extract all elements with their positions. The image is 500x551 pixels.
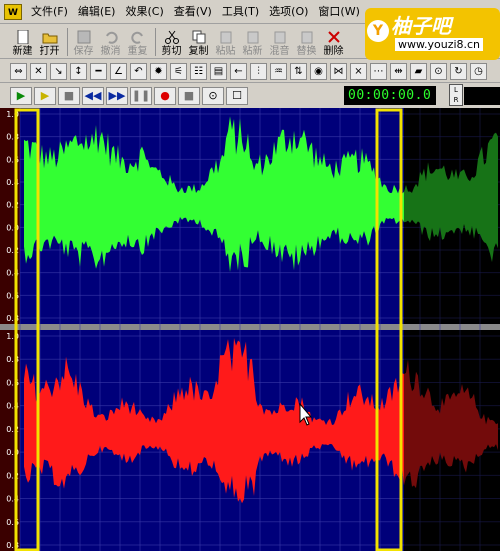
- mix-paste-button[interactable]: 混音: [267, 25, 292, 58]
- channel-indicator: L R: [449, 84, 463, 106]
- record-button[interactable]: ●: [154, 87, 176, 105]
- copy-label: 复制: [188, 46, 209, 57]
- timer-icon[interactable]: ◷: [470, 62, 487, 80]
- paste-label: 粘贴: [215, 46, 236, 57]
- menu-tools[interactable]: 工具(T): [217, 0, 264, 24]
- echo-icon[interactable]: ✹: [150, 62, 167, 80]
- replace-button[interactable]: 替换: [294, 25, 319, 58]
- undo-icon: [105, 31, 118, 44]
- mix-label: 混音: [269, 46, 290, 57]
- play-button[interactable]: ▶: [10, 87, 32, 105]
- menu-window[interactable]: 窗口(W): [313, 0, 364, 24]
- unselected-overlay: [404, 108, 500, 324]
- redo-icon: [130, 31, 143, 44]
- spectrum-icon[interactable]: ▰: [410, 62, 427, 80]
- view-icon[interactable]: ◉: [310, 62, 327, 80]
- fade-out-icon[interactable]: ⫶: [250, 62, 267, 80]
- rewind-button[interactable]: ◀◀: [82, 87, 104, 105]
- menu-options[interactable]: 选项(O): [264, 0, 313, 24]
- menu-effects[interactable]: 效果(C): [120, 0, 168, 24]
- waveform-canvas[interactable]: 1.00.80.60.40.20.00.20.40.60.81.00.80.60…: [0, 108, 500, 551]
- toolbar-separator: [67, 28, 68, 56]
- loop-play-button[interactable]: ⊙: [202, 87, 224, 105]
- reverse-icon[interactable]: ↶: [130, 62, 147, 80]
- save-button[interactable]: 保存: [71, 25, 96, 58]
- paste-icon: [220, 31, 231, 44]
- open-button[interactable]: 打开: [37, 25, 62, 58]
- watermark-title: 柚子吧: [391, 14, 451, 38]
- copy-icon: [192, 30, 205, 44]
- stop-button[interactable]: ■: [58, 87, 80, 105]
- undo-button[interactable]: 撤消: [98, 25, 123, 58]
- compress-icon[interactable]: ⇹: [390, 62, 407, 80]
- paste-button[interactable]: 粘贴: [213, 25, 238, 58]
- open-label: 打开: [39, 46, 60, 57]
- fast-forward-button[interactable]: ▶▶: [106, 87, 128, 105]
- delete-icon: [327, 31, 340, 43]
- marker-icon[interactable]: ↘: [50, 62, 67, 80]
- mute-icon[interactable]: ⨯: [350, 62, 367, 80]
- watermark-circle-icon: Y: [367, 20, 389, 42]
- cut-button[interactable]: 剪切: [159, 25, 184, 58]
- paste-new-button[interactable]: 粘新: [240, 25, 265, 58]
- app-icon[interactable]: W: [4, 3, 22, 20]
- filter-icon[interactable]: ⋯: [370, 62, 387, 80]
- channel-r-label: R: [453, 96, 459, 104]
- menu-file[interactable]: 文件(F): [26, 0, 73, 24]
- open-folder-icon: [42, 33, 57, 44]
- level-meter: [464, 87, 500, 105]
- channel-l-label: L: [454, 86, 458, 94]
- toolbar-separator: [155, 28, 156, 56]
- pause-button[interactable]: ❚❚: [130, 87, 152, 105]
- normalize-icon[interactable]: ⚟: [170, 62, 187, 80]
- tempo-icon[interactable]: ⋈: [330, 62, 347, 80]
- redo-button[interactable]: 重复: [125, 25, 150, 58]
- unselected-overlay: [404, 330, 500, 551]
- cut-label: 剪切: [161, 46, 182, 57]
- paste-new-icon: [247, 31, 258, 44]
- trim-icon[interactable]: ✕: [30, 62, 47, 80]
- noise-icon[interactable]: ▤: [210, 62, 227, 80]
- delete-button[interactable]: 删除: [321, 25, 346, 58]
- time-display: 00:00:00.0: [344, 86, 436, 105]
- play-selection-button[interactable]: ▶: [34, 87, 56, 105]
- waveform-view[interactable]: 1.0 0.8 0.6 0.4 0.2 0.0 0.2 0.4 0.6 0.8 1.0 0.8 0.6 0…: [0, 108, 500, 551]
- window-button[interactable]: ☐: [226, 87, 248, 105]
- watermark-url: www.youzi8.cn: [395, 38, 484, 51]
- copy-button[interactable]: 复制: [186, 25, 211, 58]
- channel-divider: [0, 324, 500, 330]
- mix-icon: [274, 31, 285, 44]
- equalizer-icon[interactable]: ☷: [190, 62, 207, 80]
- paste-new-label: 粘新: [242, 46, 263, 57]
- redo-label: 重复: [127, 46, 148, 57]
- replace-icon: [301, 31, 312, 44]
- vocal-icon[interactable]: ♒: [270, 62, 287, 80]
- new-button[interactable]: 新建: [10, 25, 35, 58]
- new-label: 新建: [12, 46, 33, 57]
- silence-icon[interactable]: ━: [90, 62, 107, 80]
- end-button[interactable]: ■: [178, 87, 200, 105]
- amplify-icon[interactable]: ∠: [110, 62, 127, 80]
- watermark-logo: Y 柚子吧 www.youzi8.cn: [365, 8, 500, 60]
- record-level-icon[interactable]: ⊙: [430, 62, 447, 80]
- pitch-icon[interactable]: ⇅: [290, 62, 307, 80]
- zoom-fit-icon[interactable]: ↕: [70, 62, 87, 80]
- transport-bar: ▶ ▶ ■ ◀◀ ▶▶ ❚❚ ● ■ ⊙ ☐ 00:00:00.0 L R: [0, 84, 500, 108]
- save-icon: [77, 30, 90, 44]
- menu-view[interactable]: 查看(V): [169, 0, 217, 24]
- undo-label: 撤消: [100, 46, 121, 57]
- new-file-icon: [17, 30, 28, 44]
- select-all-icon[interactable]: ⇔: [10, 62, 27, 80]
- loop-icon[interactable]: ↻: [450, 62, 467, 80]
- fade-in-icon[interactable]: ←: [230, 62, 247, 80]
- effects-toolbar: ⇔ ✕ ↘ ↕ ━ ∠ ↶ ✹ ⚟ ☷ ▤ ← ⫶ ♒ ⇅ ◉ ⋈ ⨯ ⋯ ⇹ …: [0, 60, 500, 83]
- menu-edit[interactable]: 编辑(E): [73, 0, 121, 24]
- replace-label: 替换: [296, 46, 317, 57]
- save-label: 保存: [73, 46, 94, 57]
- scissors-icon: [164, 30, 179, 44]
- delete-label: 删除: [323, 46, 344, 57]
